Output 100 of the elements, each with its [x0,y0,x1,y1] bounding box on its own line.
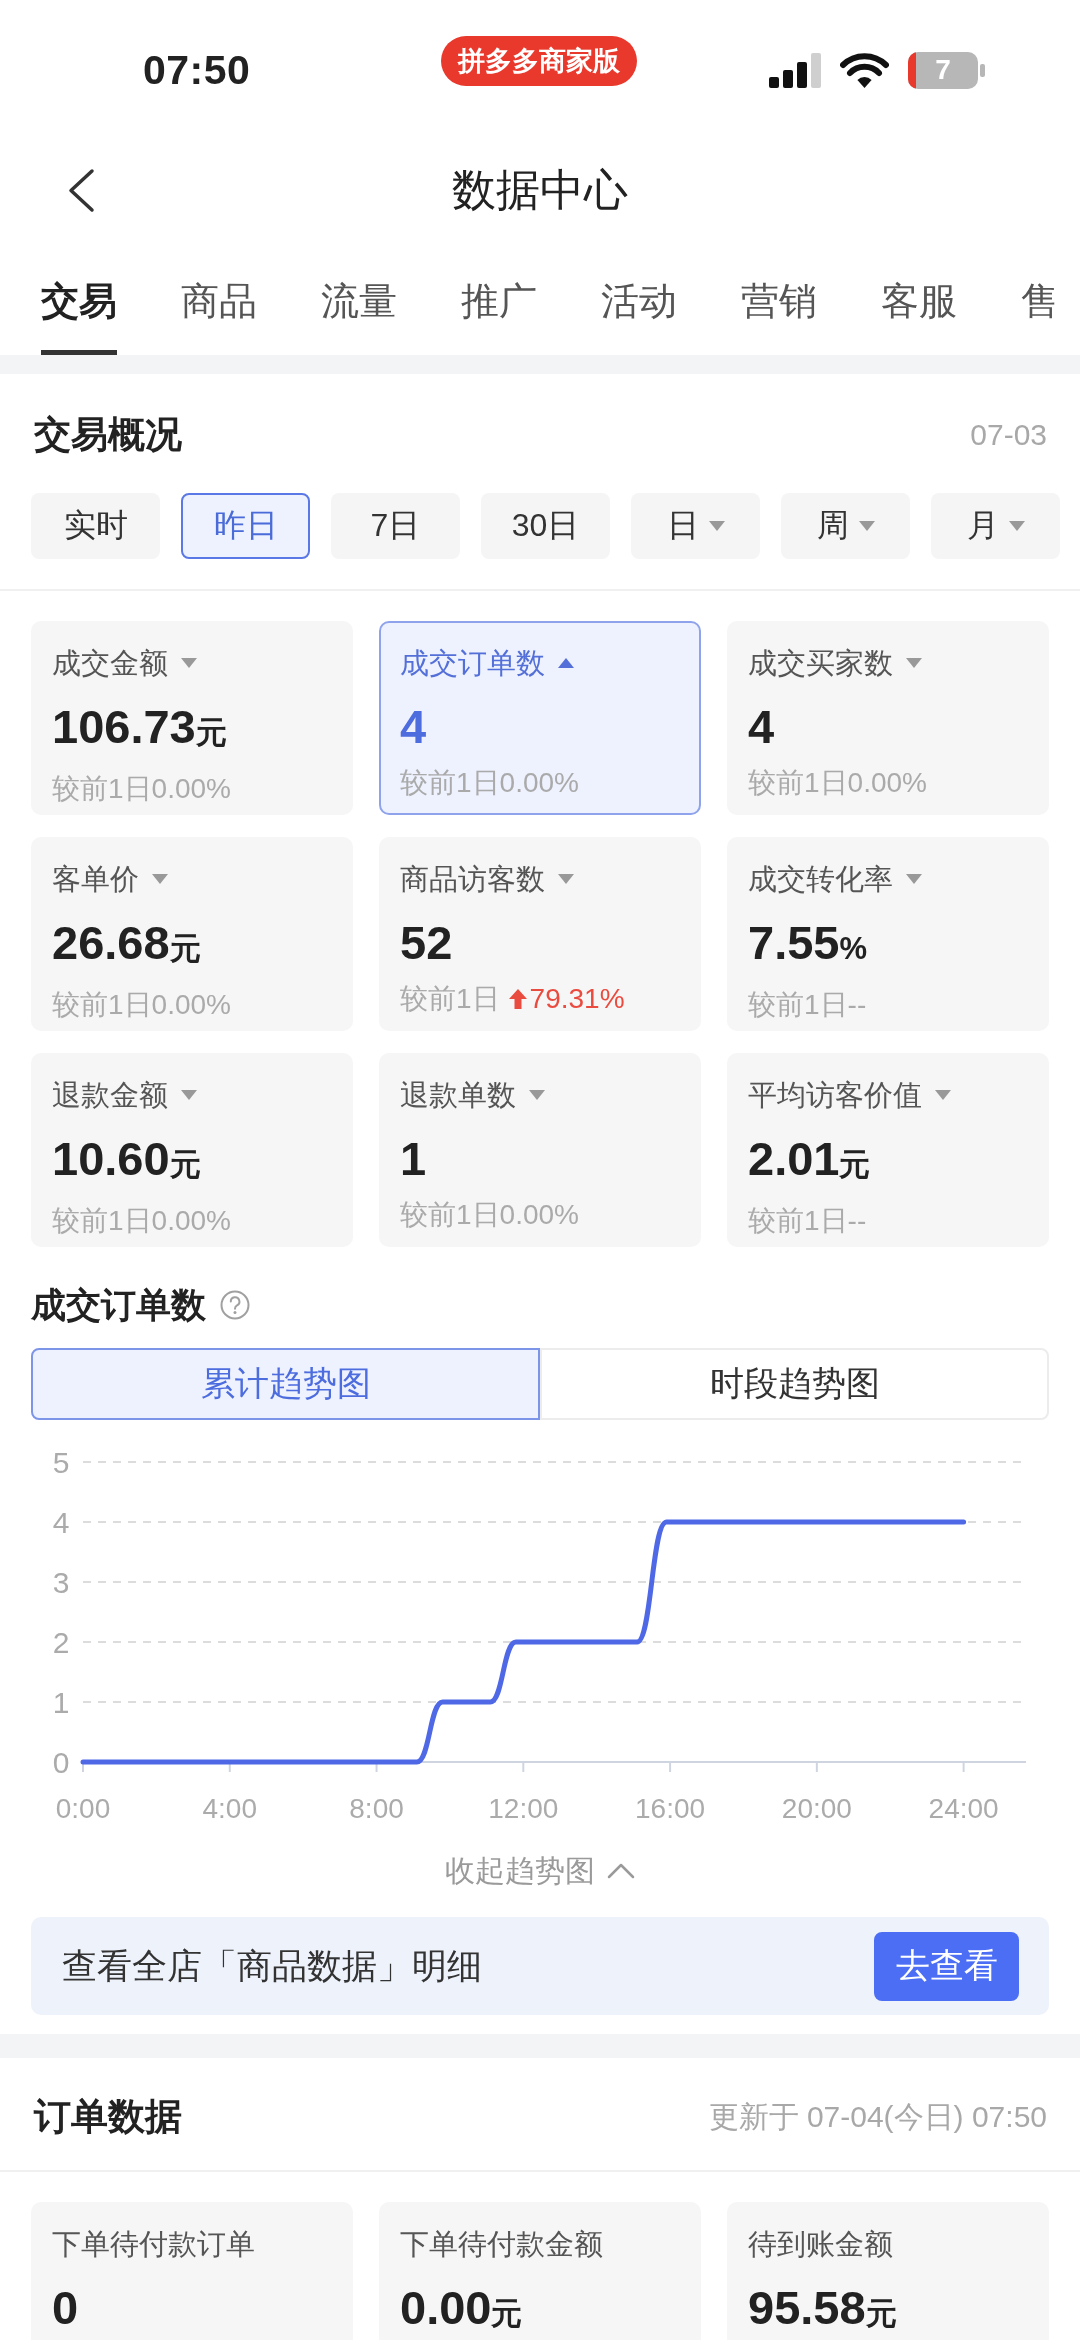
comparison-label: 较前1日 [748,1204,848,1238]
battery-icon [908,51,985,89]
period-button[interactable]: 月 [931,493,1060,559]
caret-up-icon [558,658,574,668]
y-axis-label: 3 [52,1566,70,1599]
status-time: 07:50 [143,46,252,94]
x-axis-label: 24:00 [928,1793,999,1824]
caret-down-icon [181,1090,197,1100]
caret-down-icon [181,658,197,668]
metric-value: 1 [400,1131,428,1187]
metric-label: 退款金额 [52,1078,168,1113]
x-axis-label: 12:00 [488,1793,559,1824]
metric-card[interactable]: 成交买家数 4 较前1日0.00% [727,621,1049,815]
comparison-label: 较前1日 [52,772,152,806]
chart-title: 成交订单数 [31,1284,206,1326]
x-axis-label: 16:00 [635,1793,706,1824]
caret-down-icon [906,658,922,668]
comparison-label: 较前1日 [52,1204,152,1238]
section-title: 交易概况 [34,413,182,457]
metric-label: 成交买家数 [748,646,893,681]
x-axis-label: 20:00 [781,1793,852,1824]
period-button[interactable]: 7日 [331,493,460,559]
metric-value: 4 [400,699,428,755]
tab[interactable]: 营销 [741,240,817,355]
metric-label: 下单待付款订单 [52,2227,256,2262]
metric-value: 0.00元 [400,2280,524,2336]
back-icon[interactable] [67,167,95,213]
wifi-icon [840,52,889,88]
chart-view-tab[interactable]: 时段趋势图 [540,1348,1049,1420]
update-time: 更新于 07-04(今日) 07:50 [708,2099,1047,2135]
tab[interactable]: 商品 [181,240,257,355]
comparison-label: 较前1日 [400,766,500,800]
view-button[interactable]: 去查看 [874,1931,1019,2001]
metric-value: 7.55% [748,915,869,971]
change-value: 0.00% [151,772,231,806]
change-value: -- [847,1204,867,1238]
metric-card[interactable]: 退款金额 10.60元 较前1日0.00% [31,1053,353,1247]
change-value: 0.00% [499,766,579,800]
comparison-label: 较前1日 [400,1198,500,1232]
period-button[interactable]: 日 [631,493,760,559]
change-value: -- [847,988,867,1022]
metric-value: 106.73元 [52,699,228,755]
tab[interactable]: 活动 [601,240,677,355]
metric-label: 商品访客数 [400,862,545,897]
caret-down-icon [858,521,875,531]
period-button[interactable]: 30日 [481,493,610,559]
metric-card[interactable]: 商品访客数 52 较前1日 79.31% [379,837,701,1031]
caret-down-icon [708,521,725,531]
metric-card[interactable]: 客单价 26.68元 较前1日0.00% [31,837,353,1031]
metric-card[interactable]: 成交转化率 7.55% 较前1日-- [727,837,1049,1031]
app-badge: 拼多多商家版 [441,36,637,86]
metric-label: 成交转化率 [748,862,893,897]
section-title: 订单数据 [34,2095,182,2139]
metric-label: 平均访客价值 [748,1078,922,1113]
tab[interactable]: 客服 [881,240,957,355]
metric-card[interactable]: 平均访客价值 2.01元 较前1日-- [727,1053,1049,1247]
metric-card[interactable]: 退款单数 1 较前1日0.00% [379,1053,701,1247]
y-axis-label: 4 [52,1506,70,1539]
date-label: 07-03 [970,417,1047,453]
caret-down-icon [558,874,574,884]
metric-value: 0 [52,2280,80,2336]
tab[interactable]: 推广 [461,240,537,355]
metric-label: 待到账金额 [748,2227,894,2262]
caret-down-icon [529,1090,545,1100]
change-value: 0.00% [499,1198,579,1232]
period-button[interactable]: 实时 [31,493,160,559]
comparison-label: 较前1日 [52,988,152,1022]
metric-value: 95.58元 [748,2280,898,2336]
caret-down-icon [906,874,922,884]
metric-card[interactable]: 成交金额 106.73元 较前1日0.00% [31,621,353,815]
chart-view-tab[interactable]: 累计趋势图 [31,1348,540,1420]
y-axis-label: 1 [52,1686,70,1719]
comparison-label: 较前1日 [748,766,848,800]
change-value: 0.00% [151,1204,231,1238]
tab[interactable]: 流量 [321,240,397,355]
y-axis-label: 2 [52,1626,70,1659]
x-axis-label: 0:00 [55,1793,111,1824]
signal-icon [769,52,821,88]
metric-label: 成交金额 [52,646,168,681]
chevron-up-icon [607,1863,635,1879]
battery-percent: 7 [935,55,951,85]
change-value: 79.31% [529,982,625,1016]
metric-label: 成交订单数 [400,646,545,681]
period-button[interactable]: 周 [781,493,910,559]
metric-card[interactable]: 成交订单数 4 较前1日0.00% [379,621,701,815]
caret-down-icon [152,874,168,884]
caret-down-icon [1008,521,1025,531]
arrow-up-icon [508,989,527,1009]
metric-label: 客单价 [52,862,139,897]
tab[interactable]: 交易 [41,240,117,355]
page-title: 数据中心 [452,163,628,216]
x-axis-label: 4:00 [202,1793,257,1824]
promo-text: 查看全店「商品数据」明细 [62,1944,482,1987]
change-value: 0.00% [847,766,927,800]
period-button[interactable]: 昨日 [181,493,310,559]
caret-down-icon [935,1090,951,1100]
metric-value: 2.01元 [748,1131,872,1187]
tab[interactable]: 售 [1021,240,1059,355]
x-axis-label: 8:00 [349,1793,404,1824]
y-axis-label: 0 [52,1746,70,1779]
